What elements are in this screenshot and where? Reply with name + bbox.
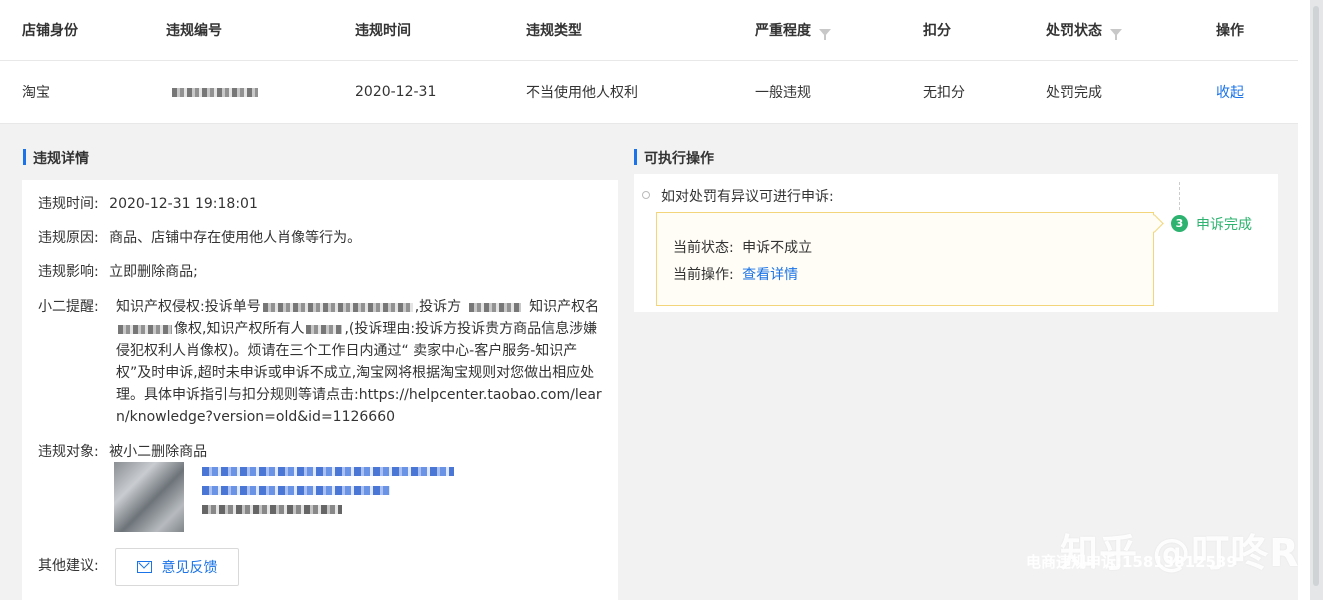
mail-icon bbox=[136, 561, 152, 573]
detail-object-row: 违规对象: 被小二删除商品 bbox=[38, 442, 207, 462]
detail-reason-value: 商品、店铺中存在使用他人肖像等行为。 bbox=[109, 230, 362, 246]
reminder-text-part: 像权,知识产权所有人 bbox=[174, 321, 305, 337]
header-violation-id: 违规编号 bbox=[166, 23, 222, 39]
product-info-blurred[interactable] bbox=[202, 467, 454, 524]
current-operation-label: 当前操作: bbox=[673, 267, 734, 283]
header-violation-type: 违规类型 bbox=[526, 23, 582, 39]
detail-suggestion-label: 其他建议: bbox=[38, 558, 99, 574]
timeline-connector bbox=[1179, 182, 1180, 210]
violation-details-panel: 违规时间: 2020-12-31 19:18:01 违规原因: 商品、店铺中存在… bbox=[22, 180, 618, 600]
header-penalty-status[interactable]: 处罚状态 bbox=[1046, 0, 1122, 60]
detail-reminder-label: 小二提醒: bbox=[38, 299, 99, 315]
step-label: 申诉完成 bbox=[1196, 217, 1252, 233]
product-title-link-blurred[interactable] bbox=[202, 486, 390, 495]
timeline-dot-icon bbox=[642, 191, 650, 199]
current-operation-row: 当前操作: 查看详情 bbox=[673, 264, 798, 284]
actions-title: 可执行操作 bbox=[634, 148, 714, 168]
watermark-sub: 电商违规申诉:15813812539 bbox=[1026, 553, 1237, 571]
collapse-link[interactable]: 收起 bbox=[1216, 61, 1244, 123]
table-row: 淘宝 2020-12-31 不当使用他人权利 一般违规 无扣分 处罚完成 收起 bbox=[0, 61, 1298, 124]
detail-time-row: 违规时间: 2020-12-31 19:18:01 bbox=[38, 194, 258, 214]
product-title-link-blurred[interactable] bbox=[202, 467, 454, 476]
cell-violation-time: 2020-12-31 bbox=[355, 84, 437, 100]
step-number-badge: 3 bbox=[1171, 215, 1188, 232]
feedback-button[interactable]: 意见反馈 bbox=[115, 548, 239, 586]
masked-rights-name bbox=[118, 324, 172, 334]
cell-deduction: 无扣分 bbox=[923, 85, 965, 101]
detail-reminder-text: 知识产权侵权:投诉单号 ,投诉方 知识产权名像权,知识产权所有人 ,(投诉理由:投诉方… bbox=[116, 296, 608, 428]
detail-reminder-row: 小二提醒: 知识产权侵权:投诉单号 ,投诉方 知识产权名像权,知识产权所有人 ,(投诉… bbox=[38, 296, 608, 428]
scrollbar[interactable] bbox=[1310, 0, 1323, 600]
cell-severity: 一般违规 bbox=[755, 85, 811, 101]
reminder-text-part: ,投诉方 bbox=[414, 299, 462, 315]
header-shop-identity: 店铺身份 bbox=[22, 23, 78, 39]
table-header: 店铺身份 违规编号 违规时间 违规类型 严重程度 扣分 处罚状态 操作 bbox=[0, 0, 1298, 61]
header-violation-time: 违规时间 bbox=[355, 23, 411, 39]
detail-impact-row: 违规影响: 立即删除商品; bbox=[38, 262, 198, 282]
cell-shop-identity: 淘宝 bbox=[22, 85, 50, 101]
masked-complainant bbox=[469, 302, 522, 312]
detail-impact-label: 违规影响: bbox=[38, 264, 99, 280]
current-status-value: 申诉不成立 bbox=[742, 240, 813, 256]
appeal-status-box: 当前状态: 申诉不成立 当前操作: 查看详情 bbox=[656, 212, 1164, 306]
detail-reason-label: 违规原因: bbox=[38, 230, 99, 246]
header-deduction: 扣分 bbox=[923, 23, 951, 39]
header-severity-label: 严重程度 bbox=[755, 23, 811, 39]
detail-object-label: 违规对象: bbox=[38, 444, 99, 460]
current-status-row: 当前状态: 申诉不成立 bbox=[673, 237, 812, 257]
header-action: 操作 bbox=[1216, 23, 1244, 39]
cell-penalty-status: 处罚完成 bbox=[1046, 85, 1102, 101]
reminder-text-part: 知识产权名 bbox=[529, 299, 600, 315]
actions-panel: 如对处罚有异议可进行申诉: 当前状态: 申诉不成立 当前操作: 查看详情 3 申… bbox=[634, 174, 1278, 312]
filter-icon[interactable] bbox=[1110, 28, 1122, 40]
view-details-link[interactable]: 查看详情 bbox=[742, 267, 798, 283]
header-penalty-status-label: 处罚状态 bbox=[1046, 23, 1102, 39]
detail-time-value: 2020-12-31 19:18:01 bbox=[109, 196, 258, 212]
detail-reason-row: 违规原因: 商品、店铺中存在使用他人肖像等行为。 bbox=[38, 228, 361, 248]
product-meta-blurred bbox=[202, 505, 342, 514]
detail-object-value: 被小二删除商品 bbox=[109, 444, 208, 460]
masked-owner bbox=[306, 324, 343, 334]
reminder-text-part: 知识产权侵权:投诉单号 bbox=[116, 299, 261, 315]
appeal-prompt: 如对处罚有异议可进行申诉: bbox=[661, 189, 834, 205]
filter-icon[interactable] bbox=[819, 28, 831, 40]
detail-time-label: 违规时间: bbox=[38, 196, 99, 212]
feedback-button-label: 意见反馈 bbox=[161, 560, 218, 576]
product-thumbnail[interactable] bbox=[114, 462, 184, 532]
cell-violation-type: 不当使用他人权利 bbox=[526, 85, 638, 101]
violation-details-title: 违规详情 bbox=[23, 148, 89, 168]
detail-impact-value: 立即删除商品; bbox=[109, 264, 198, 280]
current-status-label: 当前状态: bbox=[673, 240, 734, 256]
pointer-arrow-icon bbox=[1145, 214, 1164, 233]
cell-violation-id-masked bbox=[172, 61, 258, 123]
header-severity[interactable]: 严重程度 bbox=[755, 0, 831, 60]
masked-complaint-id bbox=[262, 302, 413, 312]
